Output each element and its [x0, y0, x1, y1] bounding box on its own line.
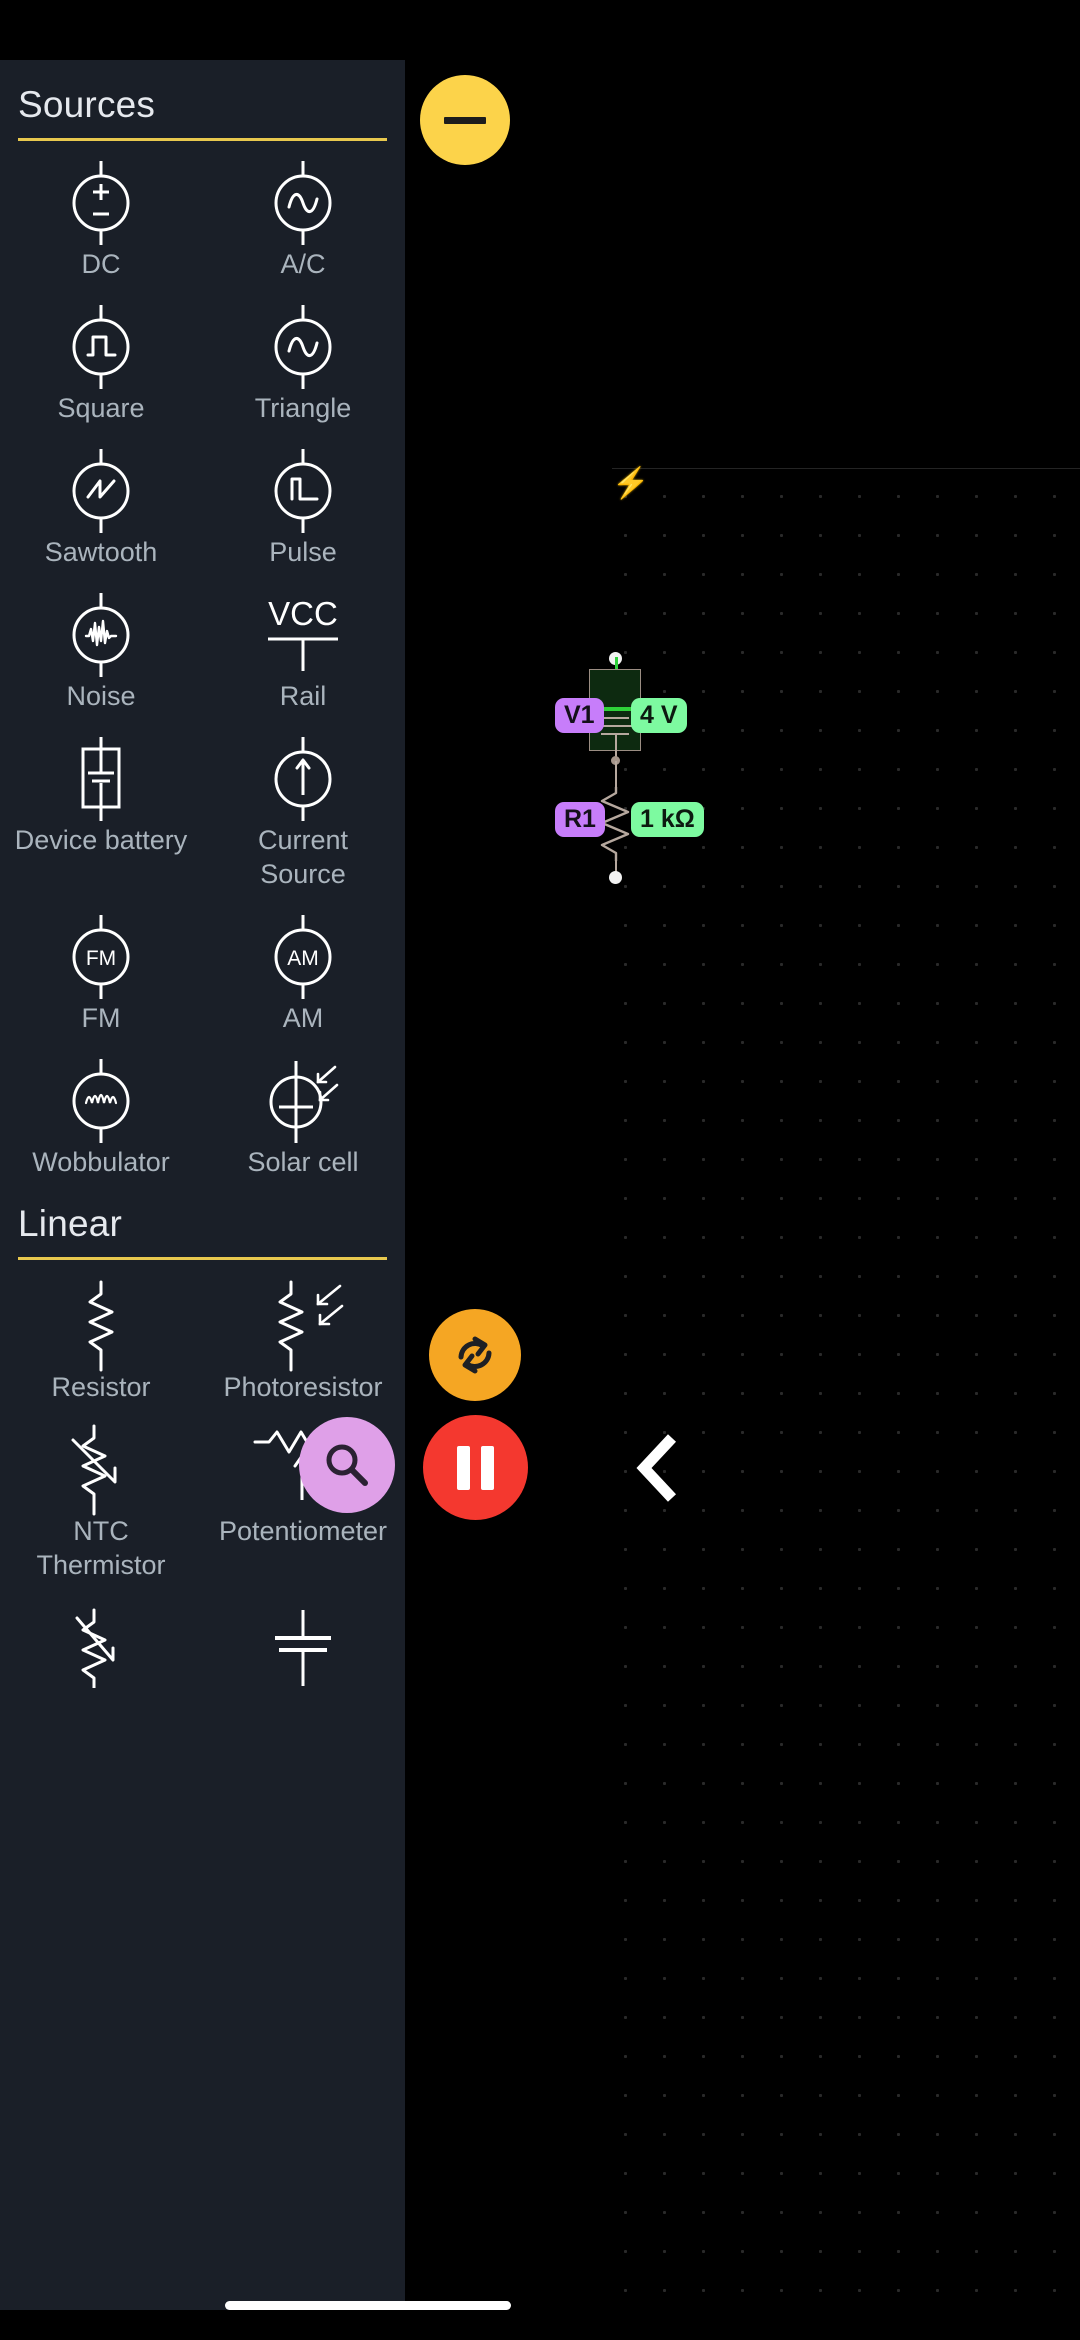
circuit-diagram[interactable]: ⚡ V1 4 V R1 1 kΩ — [555, 467, 1080, 2311]
component-label: Noise — [66, 681, 136, 712]
vcc-rail-icon: VCC — [266, 591, 340, 679]
reset-simulation-button[interactable] — [429, 1309, 521, 1401]
minus-icon — [444, 116, 486, 124]
component-item-current-source[interactable]: Current Source — [202, 735, 404, 891]
wobbulator-icon — [70, 1057, 132, 1145]
component-label: Solar cell — [247, 1147, 359, 1178]
component-label: Sawtooth — [44, 537, 158, 568]
dc-source-icon — [70, 159, 132, 247]
component-item-ntc-thermistor[interactable]: NTC Thermistor — [0, 1424, 202, 1582]
component-item-photoresistor[interactable]: Photoresistor — [202, 1280, 404, 1404]
refresh-icon — [458, 1336, 492, 1374]
vcc-label: VCC — [268, 595, 338, 633]
component-item-sawtooth[interactable]: Sawtooth — [0, 447, 202, 569]
component-item-ac[interactable]: A/C — [202, 159, 404, 281]
noise-source-icon — [70, 591, 132, 679]
battery-plate-1 — [601, 717, 629, 719]
component-label: AM — [282, 1003, 324, 1034]
component-label: Triangle — [254, 393, 352, 424]
component-library-panel[interactable]: Sources DC A/C Square Triangle Sawtooth … — [0, 60, 405, 2310]
component-item-am[interactable]: AM AM — [202, 913, 404, 1035]
svg-text:AM: AM — [287, 947, 319, 970]
device-battery-icon — [70, 735, 132, 823]
component-label: Square — [57, 393, 145, 424]
ptc-thermistor-icon — [63, 1604, 139, 1692]
component-item-square[interactable]: Square — [0, 303, 202, 425]
component-label: Device battery — [14, 825, 188, 856]
am-source-icon: AM — [272, 913, 334, 1001]
component-label: Potentiometer — [218, 1516, 388, 1547]
pulse-source-icon — [272, 447, 334, 535]
svg-text:FM: FM — [86, 947, 116, 970]
pause-simulation-button[interactable] — [423, 1415, 528, 1520]
component-item-rail[interactable]: VCC Rail — [202, 591, 404, 713]
component-label: NTC Thermistor — [36, 1516, 166, 1581]
resistor-bottom-terminal[interactable] — [609, 871, 622, 884]
solar-cell-icon — [265, 1057, 341, 1145]
photoresistor-icon — [260, 1280, 346, 1372]
component-item-ptc-thermistor[interactable] — [0, 1604, 202, 1692]
component-ref-v1[interactable]: V1 — [555, 698, 604, 733]
component-value-r1[interactable]: 1 kΩ — [631, 802, 704, 837]
component-value-v1[interactable]: 4 V — [631, 698, 687, 733]
component-item-resistor[interactable]: Resistor — [0, 1280, 202, 1404]
component-label: Wobbulator — [32, 1147, 170, 1178]
component-label: Pulse — [269, 537, 337, 568]
component-label: Current Source — [257, 825, 349, 890]
pause-icon — [457, 1445, 494, 1490]
fm-source-icon: FM — [70, 913, 132, 1001]
section-title-linear: Linear — [18, 1203, 123, 1245]
component-item-wobbulator[interactable]: Wobbulator — [0, 1057, 202, 1179]
component-ref-r1[interactable]: R1 — [555, 802, 605, 837]
search-components-button[interactable] — [299, 1417, 395, 1513]
component-item-pulse[interactable]: Pulse — [202, 447, 404, 569]
square-wave-source-icon — [70, 303, 132, 391]
ntc-thermistor-icon — [63, 1424, 139, 1516]
lightning-bolt-icon: ⚡ — [612, 467, 650, 500]
component-item-noise[interactable]: Noise — [0, 591, 202, 713]
component-label: FM — [81, 1003, 121, 1034]
current-source-icon — [272, 735, 334, 823]
component-item-capacitor[interactable] — [202, 1604, 404, 1692]
search-icon — [326, 1444, 368, 1486]
component-label: Photoresistor — [223, 1372, 383, 1403]
ac-source-icon — [272, 159, 334, 247]
app-root: ⚡ V1 4 V R1 1 kΩ Sources DC A/C Square T… — [0, 0, 1080, 2340]
section-title-sources: Sources — [18, 84, 156, 125]
component-item-device-battery[interactable]: Device battery — [0, 735, 202, 891]
component-item-fm[interactable]: FM FM — [0, 913, 202, 1035]
chevron-left-icon — [636, 1434, 677, 1502]
sawtooth-wave-source-icon — [70, 447, 132, 535]
component-label: Rail — [279, 681, 327, 712]
component-item-triangle[interactable]: Triangle — [202, 303, 404, 425]
component-label: Resistor — [51, 1372, 151, 1403]
home-indicator[interactable] — [225, 2301, 511, 2310]
component-item-dc[interactable]: DC — [0, 159, 202, 281]
capacitor-icon — [265, 1604, 341, 1692]
triangle-wave-source-icon — [272, 303, 334, 391]
component-item-solar-cell[interactable]: Solar cell — [202, 1057, 404, 1179]
component-label: DC — [81, 249, 121, 279]
zoom-out-button[interactable] — [420, 75, 510, 165]
back-button[interactable] — [630, 1430, 686, 1511]
status-bar — [0, 0, 1080, 60]
component-label: A/C — [280, 249, 326, 279]
resistor-icon — [70, 1280, 132, 1372]
